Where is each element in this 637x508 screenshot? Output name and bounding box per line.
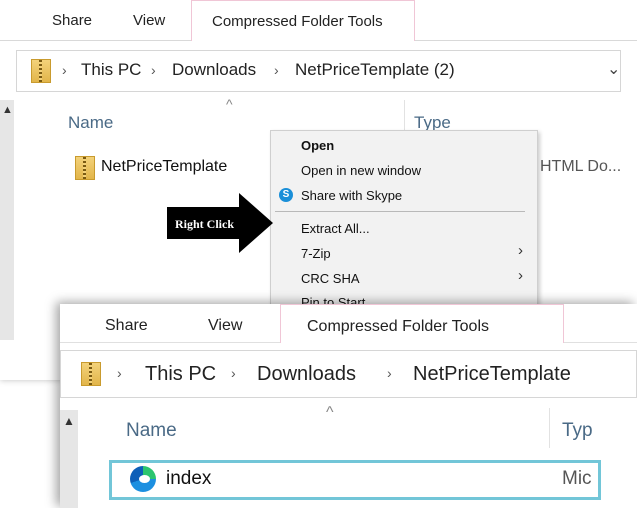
file-type: Mic xyxy=(562,468,592,489)
context-menu: Open Open in new window S Share with Sky… xyxy=(270,130,538,312)
zip-folder-icon xyxy=(31,59,51,83)
menu-item-open-new-window[interactable]: Open in new window xyxy=(301,163,421,178)
tab-share[interactable]: Share xyxy=(52,12,92,29)
chevron-right-icon: › xyxy=(274,62,279,78)
breadcrumb-downloads[interactable]: Downloads xyxy=(257,363,356,386)
chevron-right-icon: › xyxy=(151,62,156,78)
edge-browser-icon xyxy=(130,466,156,492)
ribbon-tabs: Share View Compressed Folder Tools xyxy=(0,0,637,41)
tab-share[interactable]: Share xyxy=(105,317,148,335)
menu-item-extract-all[interactable]: Extract All... xyxy=(301,221,370,236)
scroll-up-icon[interactable]: ▲ xyxy=(63,414,75,428)
file-name[interactable]: NetPriceTemplate xyxy=(101,158,227,176)
scroll-up-icon[interactable]: ▲ xyxy=(2,104,13,116)
address-bar[interactable]: › This PC › Downloads › NetPriceTemplate xyxy=(60,350,637,398)
tab-compressed-folder-tools[interactable]: Compressed Folder Tools xyxy=(191,0,415,41)
column-header-type[interactable]: Typ xyxy=(562,420,593,442)
breadcrumb-this-pc[interactable]: This PC xyxy=(145,363,216,386)
tab-compressed-folder-tools-label: Compressed Folder Tools xyxy=(212,13,383,30)
breadcrumb-this-pc[interactable]: This PC xyxy=(81,60,141,80)
chevron-right-icon: › xyxy=(231,365,236,381)
chevron-right-icon: › xyxy=(117,365,122,381)
chevron-down-icon[interactable]: ⌄ xyxy=(607,59,620,79)
breadcrumb-downloads[interactable]: Downloads xyxy=(172,60,256,80)
zip-file-icon xyxy=(75,156,95,180)
vertical-scrollbar[interactable]: ▲ xyxy=(0,100,14,340)
chevron-right-icon: › xyxy=(387,365,392,381)
zip-folder-icon xyxy=(81,362,101,386)
menu-item-share-skype[interactable]: Share with Skype xyxy=(301,188,402,203)
vertical-scrollbar[interactable]: ▲ xyxy=(60,410,78,508)
column-header-name[interactable]: Name xyxy=(68,113,113,133)
column-divider xyxy=(404,100,405,130)
sort-arrow-icon: ^ xyxy=(326,404,334,421)
front-explorer-window: Share View Compressed Folder Tools › Thi… xyxy=(60,304,637,508)
menu-item-7zip[interactable]: 7-Zip xyxy=(301,246,331,261)
column-divider xyxy=(549,408,550,448)
skype-icon: S xyxy=(279,188,293,202)
menu-separator xyxy=(275,211,525,212)
chevron-right-icon: › xyxy=(62,62,67,78)
sort-arrow-icon: ^ xyxy=(226,96,233,112)
breadcrumb-netpricetemplate-2[interactable]: NetPriceTemplate (2) xyxy=(295,60,455,80)
menu-item-open[interactable]: Open xyxy=(301,138,334,153)
column-header-name[interactable]: Name xyxy=(126,420,177,442)
tab-compressed-folder-tools[interactable]: Compressed Folder Tools xyxy=(280,304,564,343)
callout-label: Right Click xyxy=(175,217,234,231)
file-type: HTML Do... xyxy=(540,158,622,175)
submenu-arrow-icon: › xyxy=(518,267,523,284)
tab-view[interactable]: View xyxy=(208,317,242,335)
breadcrumb-netpricetemplate[interactable]: NetPriceTemplate xyxy=(413,363,571,386)
address-bar[interactable]: › This PC › Downloads › NetPriceTemplate… xyxy=(16,50,621,92)
tab-compressed-folder-tools-label: Compressed Folder Tools xyxy=(307,318,490,335)
ribbon-tabs: Share View Compressed Folder Tools xyxy=(60,304,637,343)
file-name[interactable]: index xyxy=(166,468,211,490)
submenu-arrow-icon: › xyxy=(518,242,523,259)
right-click-arrow: Right Click xyxy=(167,193,273,253)
menu-item-crc-sha[interactable]: CRC SHA xyxy=(301,271,360,286)
tab-view[interactable]: View xyxy=(133,12,165,29)
